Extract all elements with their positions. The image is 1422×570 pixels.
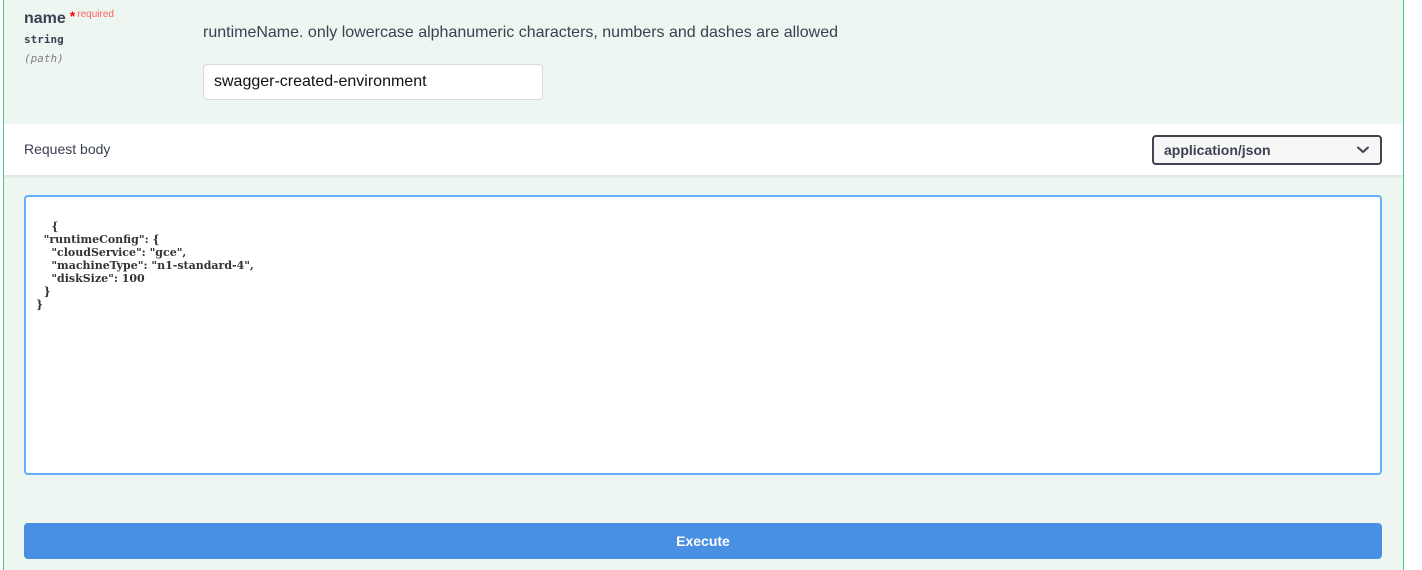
request-body-title: Request body [24,141,111,157]
content-type-select[interactable]: application/json [1152,135,1382,165]
parameter-description: runtimeName. only lowercase alphanumeric… [203,24,838,41]
parameter-name-input[interactable] [203,64,543,100]
required-star: * [69,8,76,24]
parameter-location: (path) [24,52,64,65]
parameter-name-text: name [24,10,66,27]
content-type-value: application/json [1164,142,1271,158]
chevron-down-icon [1356,143,1370,157]
request-body-text: { "runtimeConfig": { "cloudService": "gc… [36,220,254,311]
request-body-header: Request body application/json [4,124,1403,176]
resize-handle-icon[interactable] [1369,462,1377,470]
parameter-type: string [24,33,64,46]
parameter-name: name * required [24,8,114,28]
operation-block: name * required string (path) runtimeName.… [3,0,1404,570]
required-label: required [77,9,114,20]
request-body-editor[interactable]: { "runtimeConfig": { "cloudService": "gc… [24,195,1382,475]
parameter-row: name * required string (path) runtimeName.… [4,0,1403,124]
execute-button[interactable]: Execute [24,523,1382,559]
